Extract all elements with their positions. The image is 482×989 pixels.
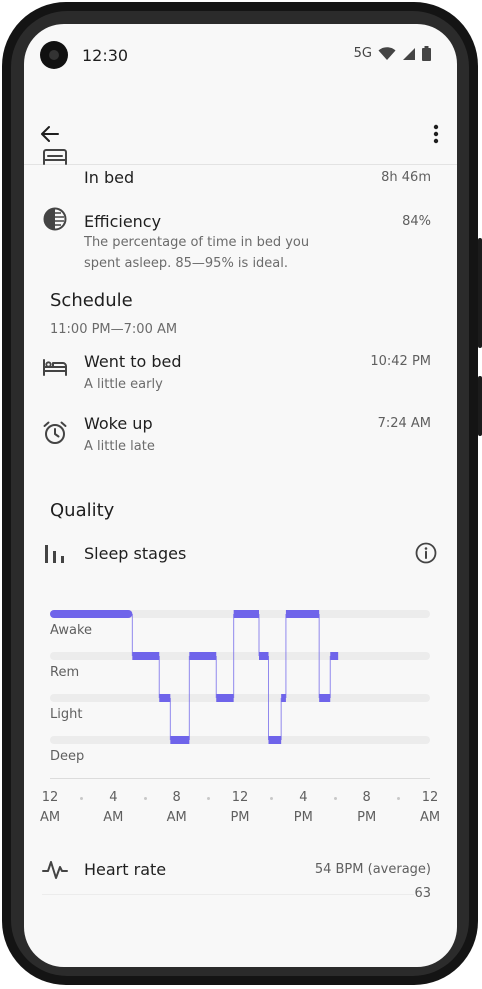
app-bar xyxy=(24,102,457,166)
stage-segment-deep xyxy=(170,736,190,744)
more-vert-icon xyxy=(433,124,439,144)
efficiency-description-line2: spent asleep. 85—95% is ideal. xyxy=(84,256,289,271)
efficiency-description-line1: The percentage of time in bed you xyxy=(84,235,310,250)
x-tick-value: 4 xyxy=(109,790,118,805)
x-tick-label: 8 AM xyxy=(157,788,197,828)
heart-rate-value: 54 BPM (average) xyxy=(314,862,431,877)
x-tick-label: 4 PM xyxy=(283,788,323,828)
heart-rate-axis-value: 63 xyxy=(414,886,431,901)
x-tick-label: 12 AM xyxy=(410,788,450,828)
more-options-button[interactable] xyxy=(424,118,448,150)
stage-segment-rem xyxy=(189,652,217,660)
x-minor-tick xyxy=(270,797,274,800)
went-to-bed-time: 10:42 PM xyxy=(370,354,431,369)
stage-segment-light xyxy=(216,694,234,702)
x-tick-period: AM xyxy=(39,810,61,825)
x-tick-value: 8 xyxy=(362,790,371,805)
bar-chart-icon xyxy=(45,545,64,563)
sleep-stages-label: Sleep stages xyxy=(84,544,187,563)
stage-segment-light xyxy=(319,694,331,702)
schedule-range: 11:00 PM—7:00 AM xyxy=(50,322,178,337)
x-tick-label: 8 PM xyxy=(347,788,387,828)
x-minor-tick xyxy=(80,797,84,800)
x-minor-tick xyxy=(333,797,337,800)
went-to-bed-sub: A little early xyxy=(84,377,163,392)
heart-rate-icon xyxy=(42,861,68,879)
in-bed-value: 8h 46m xyxy=(381,170,431,185)
schedule-title: Schedule xyxy=(50,290,133,311)
status-icons: 5G xyxy=(354,46,431,61)
stage-label-rem: Rem xyxy=(50,665,80,680)
quality-title: Quality xyxy=(50,500,115,521)
battery-icon xyxy=(422,46,431,61)
x-tick-value: 8 xyxy=(172,790,181,805)
stage-segment-light xyxy=(159,694,171,702)
x-tick-period: AM xyxy=(166,810,187,825)
stage-label-awake: Awake xyxy=(50,623,93,638)
x-tick-label: 12 AM xyxy=(30,788,70,828)
x-tick-label: 12 PM xyxy=(220,788,260,828)
stage-label-light: Light xyxy=(50,707,83,722)
x-tick-label: 4 AM xyxy=(93,788,133,828)
heart-rate-label: Heart rate xyxy=(84,860,167,879)
efficiency-value: 84% xyxy=(402,214,431,229)
x-tick-value: 4 xyxy=(299,790,308,805)
screen: 12:30 5G In bed 8h 46m Efficiency 84% Th… xyxy=(24,24,457,967)
sleep-stages-plot xyxy=(50,610,430,744)
stage-segment-awake xyxy=(233,610,259,618)
x-tick-value: 12 xyxy=(41,790,59,805)
efficiency-label: Efficiency xyxy=(84,212,162,231)
x-minor-tick xyxy=(143,797,147,800)
x-tick-period: PM xyxy=(357,810,377,825)
x-tick-value: 12 xyxy=(231,790,249,805)
stage-lane-light xyxy=(50,694,430,702)
stage-segment-rem xyxy=(330,652,339,660)
woke-up-time: 7:24 AM xyxy=(377,416,431,431)
front-camera xyxy=(40,41,68,69)
heart-rate-gridline xyxy=(42,894,414,895)
x-minor-tick xyxy=(396,797,400,800)
alarm-icon xyxy=(43,421,67,444)
stage-segment-light xyxy=(281,694,286,702)
hotel-bed-icon xyxy=(43,359,67,376)
bed-icon xyxy=(43,149,67,165)
woke-up-sub: A little late xyxy=(84,439,155,454)
stage-segment-awake xyxy=(50,610,133,618)
x-tick-value: 12 xyxy=(421,790,439,805)
app-bar-divider xyxy=(24,164,457,165)
woke-up-label: Woke up xyxy=(84,414,153,433)
x-tick-period: AM xyxy=(103,810,124,825)
stage-lane-rem xyxy=(50,652,430,660)
efficiency-icon xyxy=(43,207,67,231)
x-axis-line xyxy=(50,778,430,779)
signal-icon xyxy=(403,47,415,60)
status-time: 12:30 xyxy=(82,46,129,65)
stage-lane-deep xyxy=(50,736,430,744)
x-tick-period: PM xyxy=(293,810,313,825)
volume-button xyxy=(478,238,482,348)
went-to-bed-label: Went to bed xyxy=(84,352,182,371)
stage-segment-awake xyxy=(285,610,320,618)
x-axis: 12 AM 4 AM 8 AM 12 PM 4 PM 8 PM 12 AM xyxy=(24,778,457,828)
network-type: 5G xyxy=(353,46,372,61)
stage-label-deep: Deep xyxy=(50,749,85,764)
x-tick-period: AM xyxy=(419,810,441,825)
wifi-icon xyxy=(378,46,396,60)
info-icon[interactable] xyxy=(414,541,438,565)
in-bed-label: In bed xyxy=(84,168,135,187)
stage-segment-rem xyxy=(132,652,160,660)
power-button xyxy=(478,376,482,436)
x-minor-tick xyxy=(206,797,210,800)
x-tick-period: PM xyxy=(230,810,250,825)
arrow-back-icon xyxy=(41,126,59,142)
stage-segment-deep xyxy=(268,736,282,744)
stage-segment-rem xyxy=(259,652,269,660)
